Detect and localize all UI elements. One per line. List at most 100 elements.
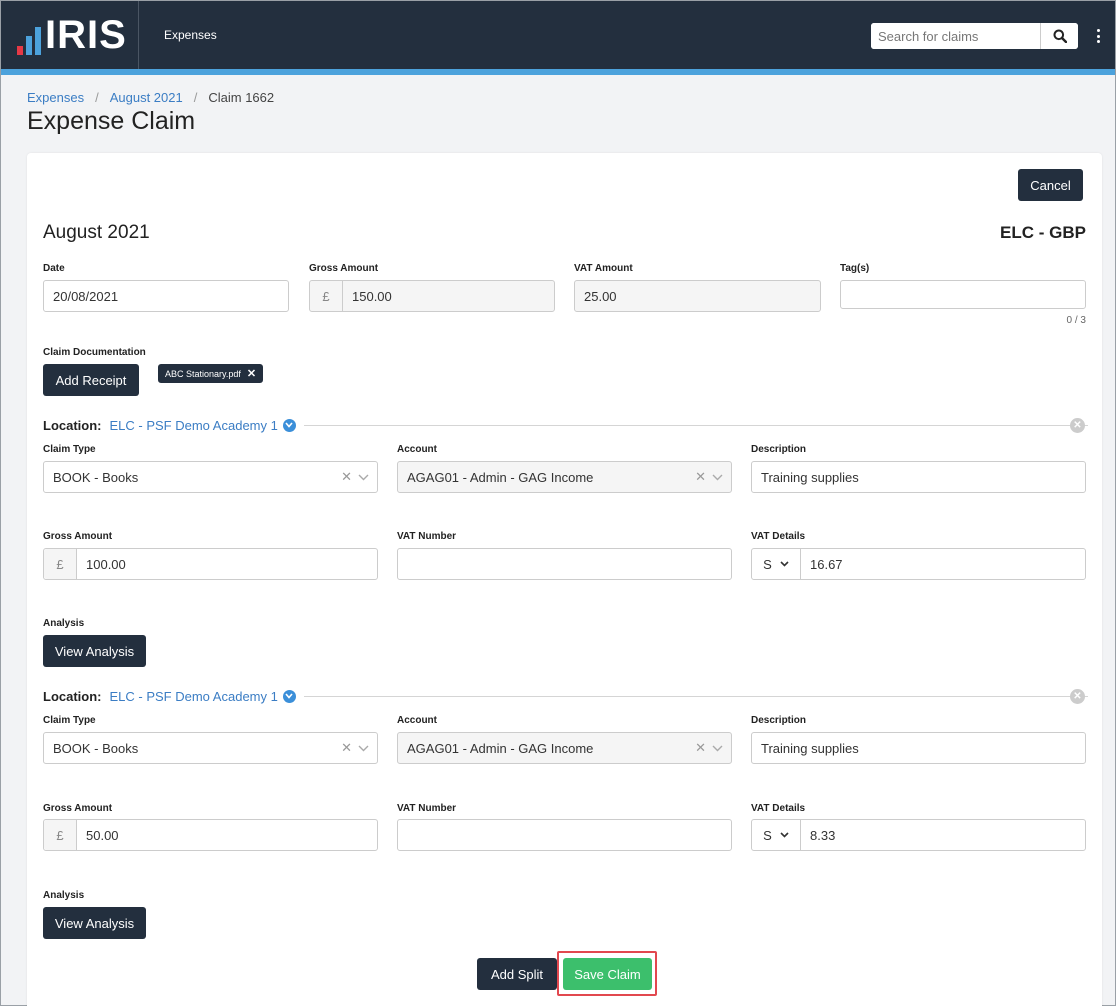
chevron-down-icon[interactable] (358, 745, 369, 752)
chevron-down-icon (780, 832, 789, 838)
remove-split-icon[interactable]: ✕ (1070, 689, 1085, 704)
breadcrumb-expenses[interactable]: Expenses (27, 90, 84, 105)
chevron-down-icon[interactable] (282, 689, 296, 703)
vat-number-label: VAT Number (397, 531, 457, 542)
vat-amount-value[interactable]: 16.67 (801, 557, 852, 572)
vat-details-group: S 8.33 (751, 819, 1086, 851)
vat-code-select[interactable]: S (752, 820, 801, 850)
description-value: Training supplies (761, 740, 859, 756)
split-gross-amount-value: 100.00 (86, 556, 126, 572)
logo-bars-icon (17, 23, 41, 55)
remove-attachment-icon[interactable]: ✕ (247, 367, 256, 380)
view-analysis-button[interactable]: View Analysis (43, 907, 146, 939)
remove-split-icon[interactable]: ✕ (1070, 418, 1085, 433)
vat-code-select[interactable]: S (752, 549, 801, 579)
location-label: Location: (43, 688, 102, 704)
clear-icon[interactable]: ✕ (341, 469, 352, 485)
description-input[interactable]: Training supplies (751, 732, 1086, 764)
search-button[interactable] (1040, 23, 1078, 49)
top-navbar: IRIS Expenses (1, 1, 1115, 69)
account-value: AGAG01 - Admin - GAG Income (407, 740, 594, 756)
vat-code-value: S (763, 556, 772, 572)
claim-documentation-label: Claim Documentation (43, 347, 146, 358)
description-label: Description (751, 715, 807, 726)
search-input[interactable] (871, 23, 1040, 49)
date-label: Date (43, 263, 65, 274)
add-split-button[interactable]: Add Split (477, 958, 557, 990)
split-gross-amount-label: Gross Amount (43, 803, 113, 814)
chevron-down-icon (780, 561, 789, 567)
chevron-down-icon[interactable] (712, 474, 723, 481)
account-label: Account (397, 715, 437, 726)
clear-icon[interactable]: ✕ (695, 740, 706, 756)
split-gross-amount-label: Gross Amount (43, 531, 113, 542)
location-value[interactable]: ELC - PSF Demo Academy 1 (110, 418, 278, 433)
analysis-label: Analysis (43, 618, 85, 629)
breadcrumb-august-2021[interactable]: August 2021 (110, 90, 183, 105)
gross-amount-value: 150.00 (352, 288, 392, 304)
navbar-accent-stripe (1, 69, 1115, 75)
claim-type-label: Claim Type (43, 715, 96, 726)
split-gross-amount-input[interactable]: £ 50.00 (43, 819, 378, 851)
currency-addon: £ (310, 281, 343, 311)
tags-input[interactable] (840, 280, 1086, 309)
split-gross-amount-value: 50.00 (86, 827, 119, 843)
vat-amount-value: 25.00 (584, 288, 617, 304)
chevron-down-icon[interactable] (358, 474, 369, 481)
location-label: Location: (43, 417, 102, 433)
claim-card: Cancel August 2021 ELC - GBP Date 20/08/… (27, 153, 1102, 1006)
vat-code-value: S (763, 827, 772, 843)
claim-period: August 2021 (43, 222, 150, 243)
chevron-down-icon[interactable] (712, 745, 723, 752)
breadcrumb-separator: / (193, 90, 198, 105)
clear-icon[interactable]: ✕ (341, 740, 352, 756)
description-input[interactable]: Training supplies (751, 461, 1086, 493)
save-claim-button[interactable]: Save Claim (563, 958, 652, 990)
claim-type-select[interactable]: BOOK - Books ✕ (43, 461, 378, 493)
split-gross-amount-input[interactable]: £ 100.00 (43, 548, 378, 580)
iris-logo[interactable]: IRIS (17, 15, 127, 55)
claim-type-select[interactable]: BOOK - Books ✕ (43, 732, 378, 764)
vat-details-label: VAT Details (751, 531, 806, 542)
attachment-name: ABC Stationary.pdf (165, 368, 241, 379)
breadcrumb-current: Claim 1662 (208, 90, 275, 105)
vat-details-group: S 16.67 (751, 548, 1086, 580)
vat-amount-value[interactable]: 8.33 (801, 828, 844, 843)
chevron-down-icon[interactable] (282, 418, 296, 432)
search-icon (1053, 29, 1067, 43)
search-box (871, 23, 1078, 49)
split-2-location-row: Location: ELC - PSF Demo Academy 1 (43, 687, 1088, 705)
gross-amount-field: £ 150.00 (309, 280, 555, 312)
breadcrumb-separator: / (95, 90, 99, 105)
location-value[interactable]: ELC - PSF Demo Academy 1 (110, 689, 278, 704)
claim-currency: ELC - GBP (1000, 223, 1086, 242)
vat-amount-label: VAT Amount (574, 263, 633, 274)
analysis-label: Analysis (43, 890, 85, 901)
claim-type-label: Claim Type (43, 444, 96, 455)
date-field[interactable]: 20/08/2021 (43, 280, 289, 312)
clear-icon[interactable]: ✕ (695, 469, 706, 485)
tags-counter: 0 / 3 (1066, 315, 1086, 326)
description-label: Description (751, 444, 807, 455)
cancel-button[interactable]: Cancel (1018, 169, 1083, 201)
vat-amount-field: 25.00 (574, 280, 821, 312)
tags-label: Tag(s) (840, 263, 870, 274)
navbar-divider (138, 1, 139, 69)
vat-number-input[interactable] (397, 548, 732, 580)
add-receipt-button[interactable]: Add Receipt (43, 364, 139, 396)
attachment-chip[interactable]: ABC Stationary.pdf ✕ (158, 364, 264, 383)
account-select[interactable]: AGAG01 - Admin - GAG Income ✕ (397, 461, 732, 493)
date-value: 20/08/2021 (53, 288, 119, 304)
claim-type-value: BOOK - Books (53, 740, 139, 756)
vat-number-input[interactable] (397, 819, 732, 851)
logo-text: IRIS (45, 13, 127, 57)
account-select[interactable]: AGAG01 - Admin - GAG Income ✕ (397, 732, 732, 764)
split-1-location-row: Location: ELC - PSF Demo Academy 1 (43, 416, 1088, 434)
view-analysis-button[interactable]: View Analysis (43, 635, 146, 667)
account-label: Account (397, 444, 437, 455)
vat-number-label: VAT Number (397, 803, 457, 814)
breadcrumb: Expenses / August 2021 / Claim 1662 (27, 90, 274, 105)
nav-expenses-link[interactable]: Expenses (164, 28, 217, 42)
more-options-icon[interactable] (1093, 27, 1103, 45)
currency-addon: £ (44, 820, 77, 850)
